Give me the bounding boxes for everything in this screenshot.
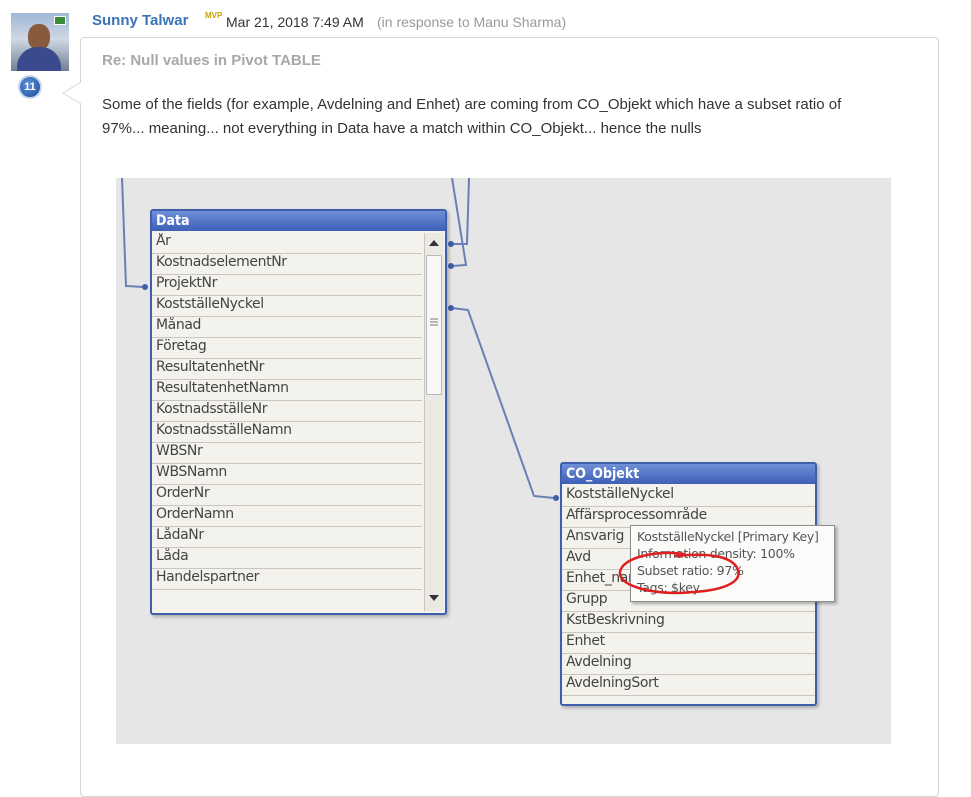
post-body-line-2: 97%... meaning... not everything in Data…: [102, 120, 702, 137]
post-date: Mar 21, 2018 7:49 AM: [226, 14, 364, 30]
co-field[interactable]: KostställeNyckel: [562, 486, 815, 507]
co-field[interactable]: Avdelning: [562, 654, 815, 675]
data-field[interactable]: KostnadselementNr: [152, 254, 422, 275]
data-model-diagram: Data År KostnadselementNr ProjektNr Kost…: [116, 178, 891, 744]
speech-bubble-arrow: [62, 80, 82, 106]
co-field[interactable]: KstBeskrivning: [562, 612, 815, 633]
data-field[interactable]: Företag: [152, 338, 422, 359]
data-field[interactable]: KostnadsställeNr: [152, 401, 422, 422]
tooltip-primary-key: KostställeNyckel [Primary Key]: [637, 529, 819, 544]
flag-icon: [54, 16, 66, 25]
data-field[interactable]: Handelspartner: [152, 569, 422, 590]
data-field[interactable]: KostnadsställeNamn: [152, 422, 422, 443]
response-to-link[interactable]: Manu Sharma: [474, 14, 562, 30]
link-dot: [448, 305, 454, 311]
response-suffix: ): [561, 14, 567, 30]
link-dot: [553, 495, 559, 501]
scroll-up-arrow-icon[interactable]: [429, 240, 439, 246]
data-field[interactable]: WBSNr: [152, 443, 422, 464]
connector-line: [451, 178, 468, 267]
grip-icon: [430, 318, 438, 326]
post-subject: Re: Null values in Pivot TABLE: [102, 52, 321, 69]
data-field[interactable]: KostställeNyckel: [152, 296, 422, 317]
data-table-fields: År KostnadselementNr ProjektNr Kostställ…: [152, 233, 422, 590]
post-body: Some of the fields (for example, Avdelni…: [102, 93, 922, 141]
response-prefix: (in response to: [377, 14, 470, 30]
red-highlight-circle: [618, 551, 740, 595]
data-field[interactable]: ResultatenhetNamn: [152, 380, 422, 401]
connector-line: [451, 307, 555, 499]
scroll-down-arrow-icon[interactable]: [429, 595, 439, 601]
data-table-scrollbar[interactable]: [424, 233, 444, 611]
in-response-to: (in response to Manu Sharma): [377, 14, 566, 30]
co-field[interactable]: Enhet: [562, 633, 815, 654]
user-level-badge: 11: [18, 75, 42, 99]
mvp-badge: MVP: [205, 11, 223, 20]
data-table-title: Data: [152, 211, 445, 231]
link-dot: [448, 263, 454, 269]
data-field[interactable]: LådaNr: [152, 527, 422, 548]
data-field[interactable]: ProjektNr: [152, 275, 422, 296]
connector-line: [121, 178, 144, 288]
scrollbar-thumb[interactable]: [426, 255, 442, 395]
data-table[interactable]: Data År KostnadselementNr ProjektNr Kost…: [150, 209, 447, 615]
data-field[interactable]: WBSNamn: [152, 464, 422, 485]
co-field[interactable]: AvdelningSort: [562, 675, 815, 696]
data-field[interactable]: År: [152, 233, 422, 254]
avatar-body: [17, 47, 61, 71]
data-field[interactable]: Låda: [152, 548, 422, 569]
co-objekt-table-title: CO_Objekt: [562, 464, 815, 484]
post-body-line-1: Some of the fields (for example, Avdelni…: [102, 96, 842, 113]
data-field[interactable]: ResultatenhetNr: [152, 359, 422, 380]
link-dot: [142, 284, 148, 290]
author-name[interactable]: Sunny Talwar: [92, 12, 188, 29]
user-avatar[interactable]: [11, 13, 69, 71]
data-field[interactable]: OrderNamn: [152, 506, 422, 527]
link-dot: [448, 241, 454, 247]
data-field[interactable]: OrderNr: [152, 485, 422, 506]
data-field[interactable]: Månad: [152, 317, 422, 338]
